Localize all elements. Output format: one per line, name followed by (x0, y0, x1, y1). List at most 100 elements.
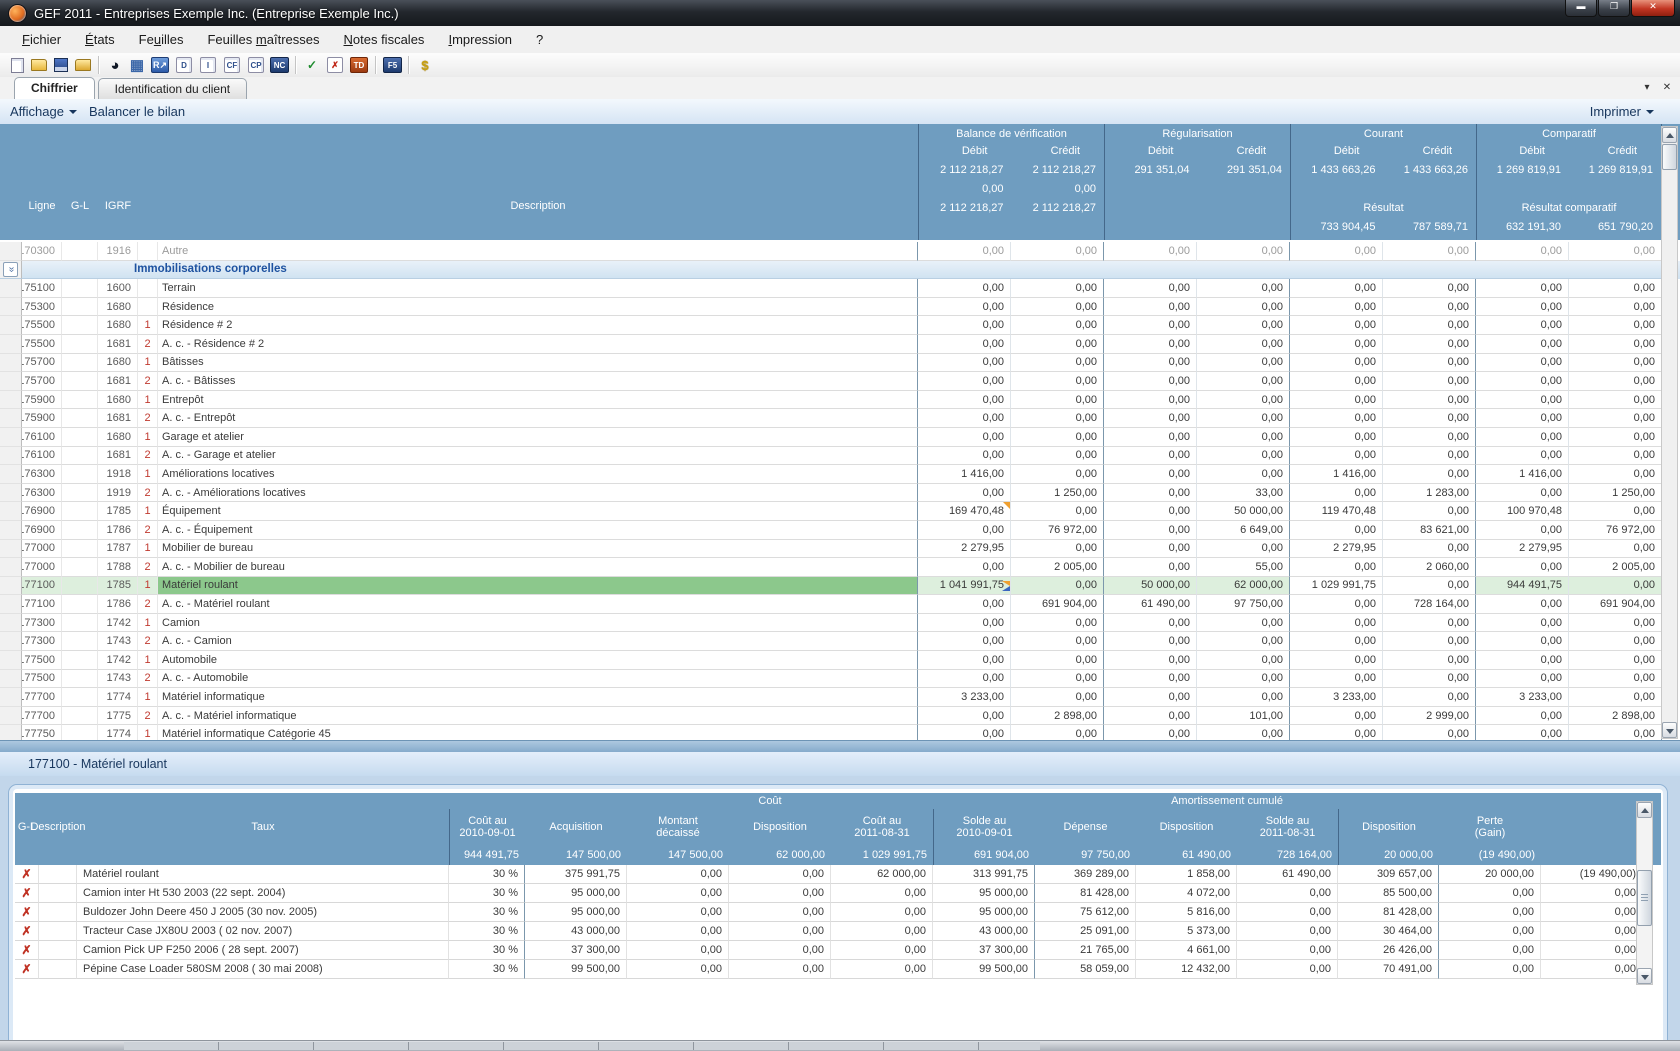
cell-ligne[interactable]: 175300 (22, 298, 62, 317)
cell-amount[interactable]: 0,00 (918, 298, 1011, 317)
cell-amount[interactable]: 0,00 (1290, 484, 1383, 503)
cell-amount[interactable]: 0,00 (1197, 428, 1290, 447)
cell-igrf[interactable]: 1916 (98, 242, 138, 261)
cell-amount[interactable]: 0,00 (918, 725, 1011, 740)
detail-cell-amount[interactable]: 375 991,75 (525, 865, 627, 884)
cell-amount[interactable]: 0,00 (1011, 428, 1104, 447)
cell-description[interactable]: Résidence # 2 (158, 316, 918, 335)
cell-ligne[interactable]: 176300 (22, 484, 62, 503)
cell-amount[interactable]: 61 490,00 (1104, 595, 1197, 614)
cell-ligne[interactable]: 177700 (22, 688, 62, 707)
detail-cell-amount[interactable]: 85 500,00 (1338, 884, 1439, 903)
delete-row-icon[interactable]: ✗ (15, 941, 39, 960)
cell-amount[interactable]: 944 491,75 (1476, 577, 1569, 596)
delete-row-icon[interactable]: ✗ (15, 960, 39, 979)
cell-amount[interactable]: 0,00 (1104, 298, 1197, 317)
cell-amount[interactable]: 0,00 (1476, 595, 1569, 614)
table-row[interactable]: 17570016812A. c. - Bâtisses0,000,000,000… (0, 372, 1680, 391)
cell-amount[interactable]: 0,00 (1476, 354, 1569, 373)
cf-f-sheet-icon[interactable]: CF (224, 57, 240, 73)
detail-cell-description[interactable]: Matériel roulant (77, 865, 449, 884)
cell-gl[interactable] (62, 614, 98, 633)
table-row[interactable]: 17570016801Bâtisses0,000,000,000,000,000… (0, 354, 1680, 373)
cell-gl[interactable] (62, 632, 98, 651)
cell-igrf[interactable]: 1774 (98, 725, 138, 740)
cell-amount[interactable]: 0,00 (1104, 540, 1197, 559)
detail-cell-description[interactable]: Buldozer John Deere 450 J 2005 (30 nov. … (77, 903, 449, 922)
cell-amount[interactable]: 0,00 (1383, 540, 1476, 559)
cell-gl[interactable] (62, 651, 98, 670)
f5-icon[interactable]: F5 (383, 57, 402, 73)
cell-amount[interactable]: 0,00 (1383, 298, 1476, 317)
cell-description[interactable]: A. c. - Bâtisses (158, 372, 918, 391)
cell-amount[interactable]: 2 898,00 (1569, 707, 1662, 726)
cell-amount[interactable]: 0,00 (1476, 614, 1569, 633)
detail-cell-amount[interactable]: 313 991,75 (933, 865, 1035, 884)
menu-item-4[interactable]: Notes fiscales (332, 28, 437, 51)
cell-igrf[interactable]: 1918 (98, 465, 138, 484)
cell-amount[interactable]: 0,00 (1290, 707, 1383, 726)
cell-amount[interactable]: 0,00 (1476, 632, 1569, 651)
cell-amount[interactable]: 0,00 (1569, 242, 1662, 261)
cell-amount[interactable]: 0,00 (918, 651, 1011, 670)
detail-cell-amount[interactable]: 0,00 (627, 941, 729, 960)
detail-cell-amount[interactable]: 0,00 (831, 903, 933, 922)
detail-row[interactable]: ✗Buldozer John Deere 450 J 2005 (30 nov.… (15, 903, 1661, 922)
cell-amount[interactable]: 0,00 (1476, 316, 1569, 335)
cell-amount[interactable]: 0,00 (1104, 670, 1197, 689)
cell-amount[interactable]: 0,00 (1011, 502, 1104, 521)
cell-gl[interactable] (62, 707, 98, 726)
detail-cell-amount[interactable]: 43 000,00 (525, 922, 627, 941)
cell-amount[interactable]: 0,00 (918, 354, 1011, 373)
cell-amount[interactable]: 97 750,00 (1197, 595, 1290, 614)
cell-description[interactable]: Garage et atelier (158, 428, 918, 447)
cell-amount[interactable]: 0,00 (1011, 316, 1104, 335)
cell-gl[interactable] (62, 521, 98, 540)
cell-amount[interactable]: 1 029 991,75 (1290, 577, 1383, 596)
close-tab-icon[interactable]: ✕ (1660, 81, 1674, 95)
table-row[interactable]: 17590016812A. c. - Entrepôt0,000,000,000… (0, 409, 1680, 428)
cell-amount[interactable]: 0,00 (1569, 335, 1662, 354)
cell-description[interactable]: Autre (158, 242, 918, 261)
verify-check-icon[interactable]: ✓ (301, 55, 323, 75)
table-row[interactable]: 17550016812A. c. - Résidence # 20,000,00… (0, 335, 1680, 354)
detail-cell-amount[interactable]: 0,00 (1439, 941, 1541, 960)
cell-description[interactable]: A. c. - Mobilier de bureau (158, 558, 918, 577)
cell-amount[interactable]: 1 250,00 (1569, 484, 1662, 503)
cell-amount[interactable]: 3 233,00 (1290, 688, 1383, 707)
cell-description[interactable]: A. c. - Équipement (158, 521, 918, 540)
cell-amount[interactable]: 0,00 (1476, 558, 1569, 577)
cell-amount[interactable]: 0,00 (1104, 484, 1197, 503)
cell-ligne[interactable]: 175500 (22, 316, 62, 335)
detail-cell-amount[interactable]: 0,00 (1439, 960, 1541, 979)
cell-ligne[interactable]: 176100 (22, 428, 62, 447)
cell-amount[interactable]: 50 000,00 (1197, 502, 1290, 521)
cell-ligne[interactable]: 177500 (22, 670, 62, 689)
cell-amount[interactable]: 0,00 (1197, 688, 1290, 707)
cell-description[interactable]: Équipement (158, 502, 918, 521)
cell-amount[interactable]: 1 250,00 (1011, 484, 1104, 503)
cell-igrf[interactable]: 1681 (98, 372, 138, 391)
cell-amount[interactable]: 0,00 (1569, 372, 1662, 391)
table-row[interactable]: 17710017851Matériel roulant1 041 991,750… (0, 577, 1680, 596)
chiffrier-grid-icon[interactable]: ▦ (126, 55, 148, 75)
cell-amount[interactable]: 0,00 (1569, 540, 1662, 559)
detail-cell-amount[interactable]: 0,00 (1237, 960, 1338, 979)
cell-amount[interactable]: 3 233,00 (1476, 688, 1569, 707)
detail-cell-description[interactable]: Pépine Case Loader 580SM 2008 ( 30 mai 2… (77, 960, 449, 979)
detail-cell-amount[interactable]: 0,00 (729, 941, 831, 960)
cell-amount[interactable]: 2 279,95 (1476, 540, 1569, 559)
cell-amount[interactable]: 0,00 (1011, 632, 1104, 651)
cell-igrf[interactable]: 1680 (98, 298, 138, 317)
cell-amount[interactable]: 0,00 (1476, 279, 1569, 298)
cell-igrf[interactable]: 1743 (98, 632, 138, 651)
cell-amount[interactable]: 0,00 (1290, 428, 1383, 447)
cell-amount[interactable]: 100 970,48 (1476, 502, 1569, 521)
tedf-icon[interactable]: TD (350, 57, 368, 73)
cell-ligne[interactable]: 176100 (22, 447, 62, 466)
cell-amount[interactable]: 0,00 (918, 409, 1011, 428)
detail-cell-amount[interactable]: 0,00 (729, 922, 831, 941)
cell-amount[interactable]: 0,00 (1197, 242, 1290, 261)
cell-amount[interactable]: 0,00 (1569, 502, 1662, 521)
scrollbar-thumb[interactable] (1662, 144, 1677, 170)
